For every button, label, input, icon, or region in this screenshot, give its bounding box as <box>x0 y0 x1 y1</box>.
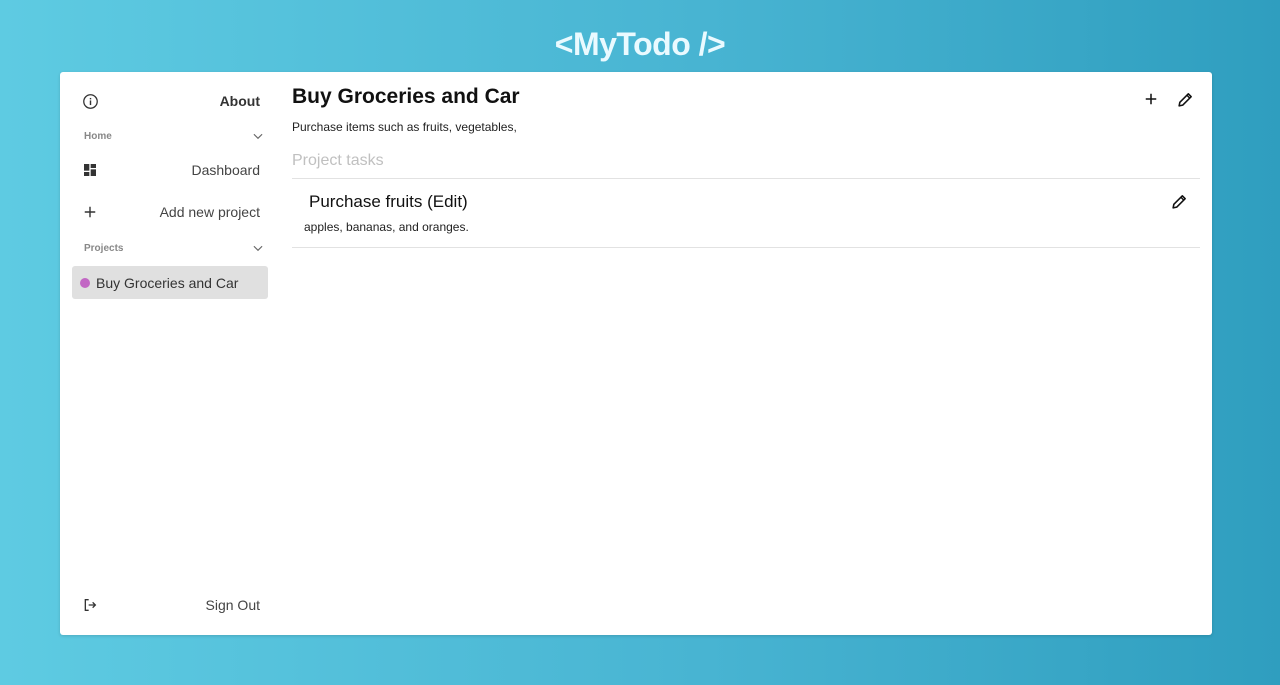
plus-icon <box>80 202 100 222</box>
sidebar-item-label: Add new project <box>159 204 260 220</box>
project-title: Buy Groceries and Car <box>292 85 520 108</box>
tasks-heading: Project tasks <box>292 152 384 169</box>
section-projects-label: Projects <box>84 242 124 254</box>
divider <box>292 247 1200 248</box>
project-color-dot <box>80 277 90 288</box>
main-card: About Home Dashboard Add new project Pro… <box>60 72 1212 635</box>
plus-icon <box>1141 89 1161 109</box>
pencil-icon <box>1175 89 1195 109</box>
info-icon <box>80 91 100 111</box>
sign-out-button[interactable]: Sign Out <box>72 589 268 621</box>
task-title[interactable]: Purchase fruits (Edit) <box>309 192 468 212</box>
sidebar-project-item[interactable]: Buy Groceries and Car <box>72 266 268 299</box>
add-task-button[interactable] <box>1140 88 1162 110</box>
sidebar-item-label: Dashboard <box>191 162 261 178</box>
project-view: Buy Groceries and Car Purchase items suc… <box>292 72 1200 635</box>
section-home-label: Home <box>84 130 112 142</box>
section-home-toggle[interactable]: Home <box>72 124 268 148</box>
pencil-icon <box>1169 191 1189 211</box>
sign-out-label: Sign Out <box>205 597 260 613</box>
sidebar-item-add-project[interactable]: Add new project <box>72 196 268 228</box>
sidebar-item-dashboard[interactable]: Dashboard <box>72 154 268 186</box>
app-logo: <MyTodo /> <box>554 26 726 62</box>
edit-task-button[interactable] <box>1168 190 1190 212</box>
edit-project-button[interactable] <box>1174 88 1196 110</box>
task-description: apples, bananas, and oranges. <box>304 220 469 234</box>
project-name: Buy Groceries and Car <box>96 274 239 291</box>
project-description: Purchase items such as fruits, vegetable… <box>292 120 517 134</box>
chevron-down-icon <box>248 126 268 146</box>
chevron-down-icon <box>248 238 268 258</box>
sidebar: About Home Dashboard Add new project Pro… <box>60 72 280 635</box>
dashboard-icon <box>80 160 100 180</box>
sidebar-item-label: About <box>219 93 260 109</box>
divider <box>292 178 1200 179</box>
logout-icon <box>80 595 100 615</box>
section-projects-toggle[interactable]: Projects <box>72 236 268 260</box>
sidebar-item-about[interactable]: About <box>72 85 268 117</box>
